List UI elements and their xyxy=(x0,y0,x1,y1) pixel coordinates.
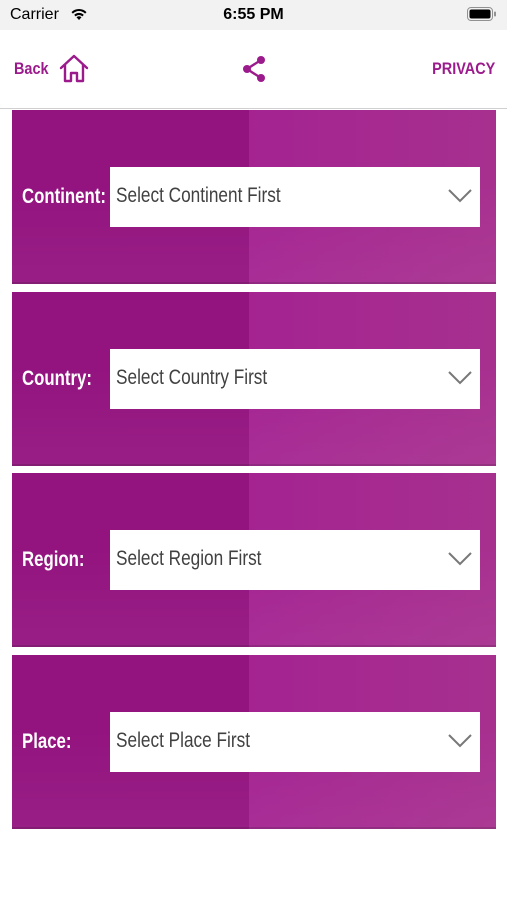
place-dropdown[interactable]: Select Place First xyxy=(110,712,480,772)
chevron-down-icon xyxy=(448,734,472,748)
privacy-button[interactable]: PRIVACY xyxy=(432,59,495,79)
place-panel: Place: Select Place First xyxy=(12,655,496,830)
battery-icon xyxy=(467,7,496,21)
nav-bar: Back PRIVACY xyxy=(0,30,507,109)
back-label: Back xyxy=(14,59,49,78)
country-label: Country: xyxy=(22,367,92,390)
continent-panel: Continent: Select Continent First xyxy=(12,110,496,285)
status-bar: Carrier 6:55 PM xyxy=(0,0,507,30)
country-dropdown[interactable]: Select Country First xyxy=(110,349,480,409)
region-dropdown[interactable]: Select Region First xyxy=(110,530,480,590)
place-dropdown-text: Select Place First xyxy=(116,729,250,752)
chevron-down-icon xyxy=(448,552,472,566)
region-dropdown-text: Select Region First xyxy=(116,547,262,570)
continent-dropdown-text: Select Continent First xyxy=(116,184,281,207)
continent-dropdown[interactable]: Select Continent First xyxy=(110,167,480,227)
home-icon[interactable] xyxy=(57,52,91,86)
continent-label: Continent: xyxy=(22,185,106,208)
chevron-down-icon xyxy=(448,371,472,385)
clock: 6:55 PM xyxy=(223,6,284,23)
back-button[interactable]: Back xyxy=(14,52,91,86)
share-icon[interactable] xyxy=(240,54,268,84)
country-dropdown-text: Select Country First xyxy=(116,366,268,389)
place-label: Place: xyxy=(22,730,72,753)
region-label: Region: xyxy=(22,548,85,571)
region-panel: Region: Select Region First xyxy=(12,473,496,648)
country-panel: Country: Select Country First xyxy=(12,292,496,467)
chevron-down-icon xyxy=(448,189,472,203)
